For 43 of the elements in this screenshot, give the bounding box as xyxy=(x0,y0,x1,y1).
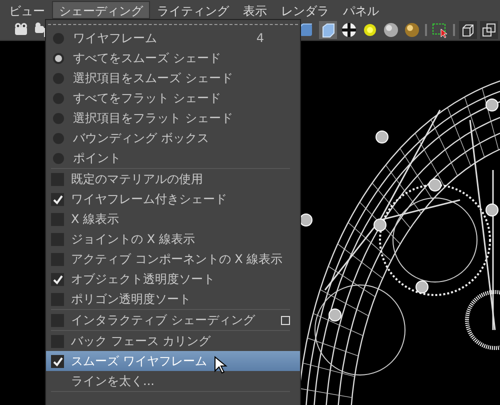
menu-item-label: バウンディング ボックス xyxy=(73,130,209,147)
menu-item-label: ポリゴン透明度ソート xyxy=(71,291,191,308)
menu-item-label: 既定のマテリアルの使用 xyxy=(71,171,203,188)
menu-item-label: スムーズ ワイヤフレーム xyxy=(71,353,207,370)
menu-item[interactable]: バック フェース カリング xyxy=(46,331,300,351)
menu-item-label: すべてをスムーズ シェード xyxy=(73,50,221,67)
menu-item-label: ワイヤフレーム xyxy=(73,30,157,47)
menu-item[interactable]: すべてをスムーズ シェード xyxy=(46,48,300,68)
menu-item[interactable]: オブジェクト透明度ソート xyxy=(46,269,300,289)
menu-item-label: ラインを太く... xyxy=(71,373,154,390)
menu-item[interactable]: 表示 xyxy=(236,0,274,18)
menu-item[interactable]: ポリゴン透明度ソート xyxy=(46,289,300,309)
menu-item[interactable]: ワイヤフレーム付きシェード xyxy=(46,189,300,209)
menu-item-label: すべてをフラット シェード xyxy=(73,90,221,107)
menu-item[interactable]: シェーディング xyxy=(52,0,150,18)
menu-item-label: X 線表示 xyxy=(71,211,120,228)
menu-item-label: アクティブ コンポーネントの X 線表示 xyxy=(71,251,283,268)
menu-item[interactable]: すべてをフラット シェード xyxy=(46,88,300,108)
menu-item[interactable]: X 線表示 xyxy=(46,209,300,229)
menu-item-label: ジョイントの X 線表示 xyxy=(71,231,195,248)
shortcut-label: 4 xyxy=(256,30,264,47)
menu-item-label: インタラクティブ シェーディング xyxy=(71,312,255,329)
menu-item[interactable]: ライティング xyxy=(150,0,236,18)
menu-item-label: バック フェース カリング xyxy=(71,333,211,350)
menu-item[interactable]: 既定のマテリアルの使用 xyxy=(46,169,300,189)
menu-item[interactable]: ポイント xyxy=(46,148,300,168)
menu-item[interactable]: レンダラ xyxy=(274,0,336,18)
menu-item[interactable]: ビュー xyxy=(2,0,52,18)
menu-item[interactable]: アクティブ コンポーネントの X 線表示 xyxy=(46,249,300,269)
menu-item-label: 選択項目をスムーズ シェード xyxy=(73,70,233,87)
menu-item[interactable]: バウンディング ボックス xyxy=(46,128,300,148)
menu-item-label: ポイント xyxy=(73,150,121,167)
menu-item[interactable]: 選択項目をフラット シェード xyxy=(46,108,300,128)
menu-item[interactable]: インタラクティブ シェーディング xyxy=(46,310,300,330)
menu-item[interactable]: ラインを太く... xyxy=(46,371,300,391)
menu-item[interactable]: スムーズ ワイヤフレーム xyxy=(46,351,300,371)
menu-item[interactable]: パネル xyxy=(336,0,386,18)
menu-item-label: ワイヤフレーム付きシェード xyxy=(71,191,227,208)
menu-item[interactable]: ワイヤフレーム 4 xyxy=(46,28,300,48)
menu-item-label: 選択項目をフラット シェード xyxy=(73,110,233,127)
menu-item[interactable]: ジョイントの X 線表示 xyxy=(46,229,300,249)
menu-item[interactable]: 選択項目をスムーズ シェード xyxy=(46,68,300,88)
menu-item-label: オブジェクト透明度ソート xyxy=(71,271,215,288)
